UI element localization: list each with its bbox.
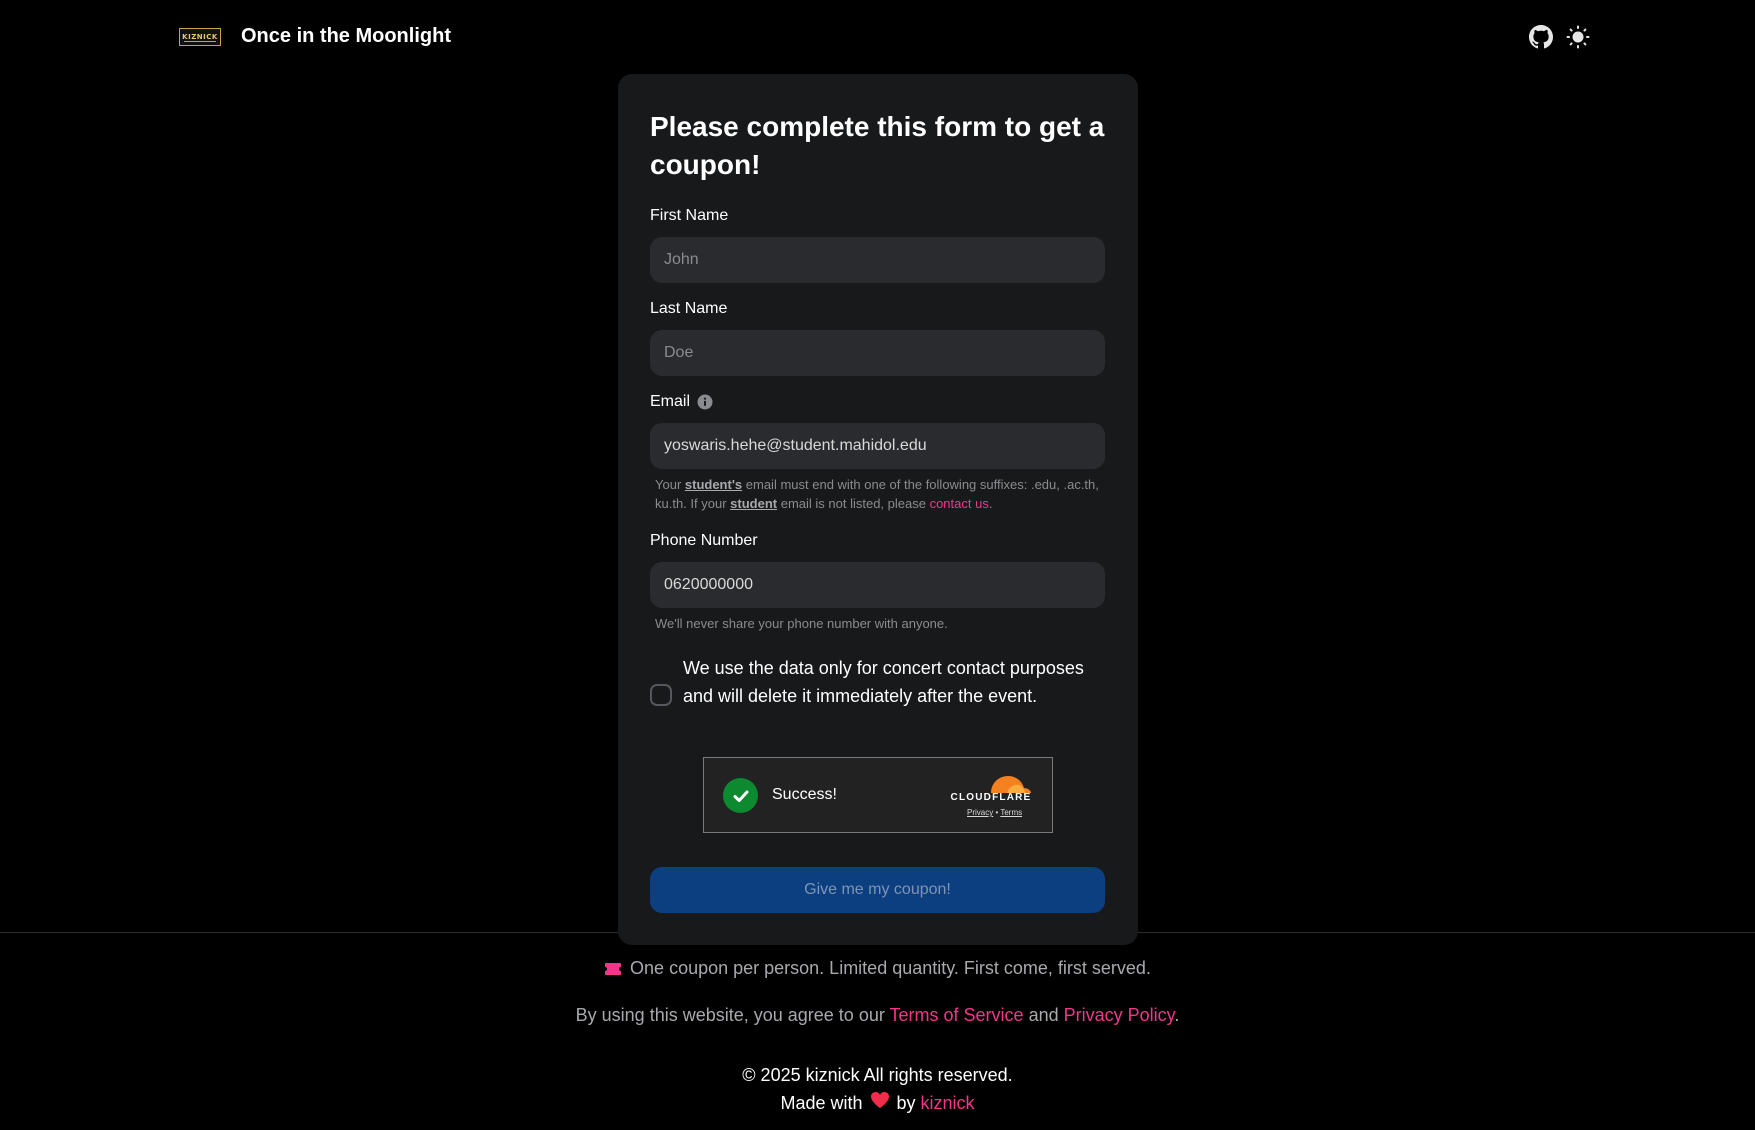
first-name-input[interactable]: [650, 237, 1105, 283]
email-label-row: Email: [650, 393, 713, 411]
site-logo[interactable]: KIZNICK: [179, 28, 221, 46]
email-help-text: Your student's email must end with one o…: [655, 475, 1105, 513]
email-label: Email: [650, 393, 691, 410]
privacy-policy-link[interactable]: Privacy Policy: [1064, 1005, 1175, 1025]
captcha-privacy-link[interactable]: Privacy: [967, 808, 993, 817]
tos-prefix: By using this website, you agree to our: [575, 1005, 890, 1025]
student-link[interactable]: student's: [685, 477, 742, 492]
terms-of-service-link[interactable]: Terms of Service: [890, 1005, 1024, 1025]
logo-text: KIZNICK: [182, 32, 218, 41]
terms-notice: By using this website, you agree to our …: [0, 1005, 1755, 1026]
captcha-status: Success!: [772, 786, 837, 803]
first-name-label: First Name: [650, 207, 729, 224]
author-link[interactable]: kiznick: [921, 1093, 975, 1113]
form-title: Please complete this form to get a coupo…: [650, 111, 1105, 180]
email-help-end: .: [988, 496, 993, 511]
captcha-terms-link[interactable]: Terms: [1000, 808, 1022, 817]
captcha-links: Privacy • Terms: [967, 808, 1022, 817]
site-title[interactable]: Once in the Moonlight: [241, 25, 451, 48]
email-help-part3: email is not listed, please: [777, 496, 930, 511]
sun-icon[interactable]: [1565, 24, 1591, 50]
made-with-by: by: [891, 1093, 921, 1113]
consent-checkbox[interactable]: [650, 684, 672, 706]
coupon-note: One coupon per person. Limited quantity.…: [0, 958, 1755, 981]
github-icon[interactable]: [1528, 24, 1554, 50]
consent-row: We use the data only for concert contact…: [650, 650, 1100, 738]
made-with-text: Made with: [780, 1093, 863, 1113]
tos-and: and: [1023, 1005, 1064, 1025]
email-help-part1: Your: [655, 477, 685, 492]
success-check-icon: [723, 778, 758, 813]
email-input[interactable]: [650, 423, 1105, 469]
site-header: KIZNICK Once in the Moonlight: [0, 0, 1755, 76]
coupon-note-text: One coupon per person. Limited quantity.…: [630, 958, 1151, 978]
student-link-2[interactable]: student: [730, 496, 777, 511]
phone-help-text: We'll never share your phone number with…: [655, 616, 948, 631]
consent-text: We use the data only for concert contact…: [683, 658, 1084, 706]
logo-underline: [184, 41, 216, 42]
phone-input[interactable]: [650, 562, 1105, 608]
copyright: © 2025 kiznick All rights reserved.: [742, 1065, 1013, 1085]
contact-us-link[interactable]: contact us: [930, 496, 989, 511]
made-with: Made with by kiznick: [0, 1091, 1755, 1114]
coupon-form-card: Please complete this form to get a coupo…: [618, 74, 1138, 945]
cloudflare-brand: CLOUDFLARE: [950, 792, 1032, 803]
heart-icon: [870, 1091, 890, 1114]
info-icon[interactable]: [697, 394, 713, 410]
tos-end: .: [1174, 1005, 1180, 1025]
last-name-input[interactable]: [650, 330, 1105, 376]
cloudflare-captcha[interactable]: Success! CLOUDFLARE Privacy • Terms: [703, 757, 1053, 833]
ticket-icon: [604, 960, 622, 981]
phone-label: Phone Number: [650, 532, 758, 549]
get-coupon-button[interactable]: Give me my coupon!: [650, 867, 1105, 913]
last-name-label: Last Name: [650, 300, 728, 317]
